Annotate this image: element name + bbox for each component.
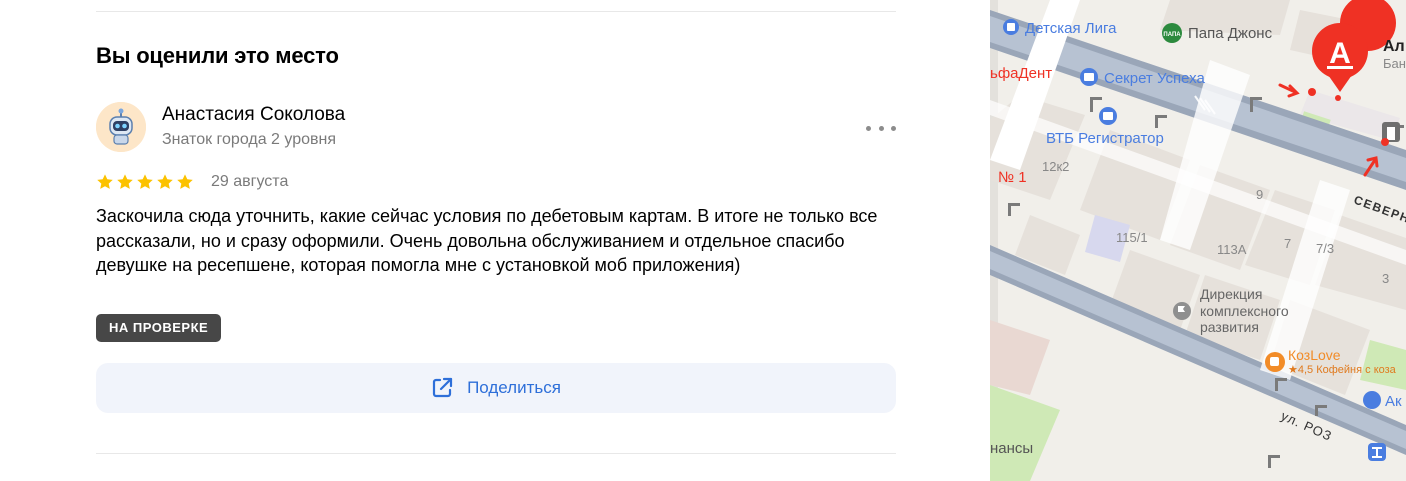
author-name[interactable]: Анастасия Соколова	[162, 104, 345, 126]
poi-label: Папа Джонс	[1188, 25, 1273, 42]
house-number: 12к2	[1042, 159, 1069, 174]
poi-label: Дирекция	[1200, 286, 1262, 302]
house-number: 115/1	[1116, 230, 1148, 245]
house-number: 7/3	[1316, 241, 1334, 256]
robot-avatar-icon[interactable]	[96, 102, 146, 152]
poi-alfadent-label[interactable]: ьфаДент	[990, 65, 1052, 82]
poi-label: Детская Лига	[1025, 20, 1117, 37]
house-number: 9	[1256, 187, 1263, 202]
house-number: 113А	[1217, 242, 1247, 257]
section-title: Вы оценили это место	[96, 43, 339, 68]
more-dots-icon[interactable]	[866, 118, 896, 138]
star-icon	[157, 174, 173, 189]
poi-papa-johns[interactable]: ПАПА Папа Джонс	[1162, 23, 1273, 43]
poi-label: Ак	[1385, 393, 1402, 410]
star-icon	[177, 174, 193, 189]
review-panel: Вы оценили это место Анастасия Соколова …	[0, 0, 990, 481]
poi-label: развития	[1200, 319, 1259, 335]
review-date: 29 августа	[211, 173, 289, 190]
share-button[interactable]: Поделиться	[96, 363, 896, 413]
dot	[866, 125, 871, 131]
poi-label: КозLove	[1288, 347, 1341, 363]
bottom-divider	[96, 453, 896, 454]
author-level: Знаток города 2 уровня	[162, 131, 337, 148]
share-icon	[432, 377, 453, 398]
top-divider	[96, 11, 896, 12]
star-icon	[97, 174, 113, 189]
share-label: Поделиться	[467, 378, 561, 397]
poi-label: комплексного	[1200, 303, 1289, 319]
poi-finansy-label[interactable]: нансы	[990, 440, 1033, 457]
star-icon	[137, 174, 153, 189]
dot	[878, 125, 884, 131]
poi-no1-label[interactable]: № 1	[998, 169, 1027, 186]
poi-sublabel: ★4,5 Кофейня с коза	[1288, 364, 1397, 376]
rating-stars	[96, 173, 194, 191]
metro-icon[interactable]	[1368, 443, 1386, 461]
poi-label: Секрет Успеха	[1104, 70, 1205, 87]
poi-sublabel: Бан	[1383, 56, 1406, 71]
house-number: 7	[1284, 236, 1291, 251]
poi-label: ВТБ Регистратор	[1046, 130, 1164, 147]
star-icon	[117, 174, 133, 189]
map-view[interactable]: Детская Лига ПАПА Папа Джонс ьфаДент Сек…	[990, 0, 1406, 481]
house-number: 3	[1382, 271, 1389, 286]
alfa-logo: А	[1329, 37, 1351, 70]
review-text: Заскочила сюда уточнить, какие сейчас ус…	[96, 206, 878, 275]
status-badge: НА ПРОВЕРКЕ	[96, 314, 222, 342]
poi-label: Ал	[1383, 38, 1405, 55]
dot	[891, 125, 896, 131]
papa-johns-logo: ПАПА	[1163, 32, 1181, 38]
